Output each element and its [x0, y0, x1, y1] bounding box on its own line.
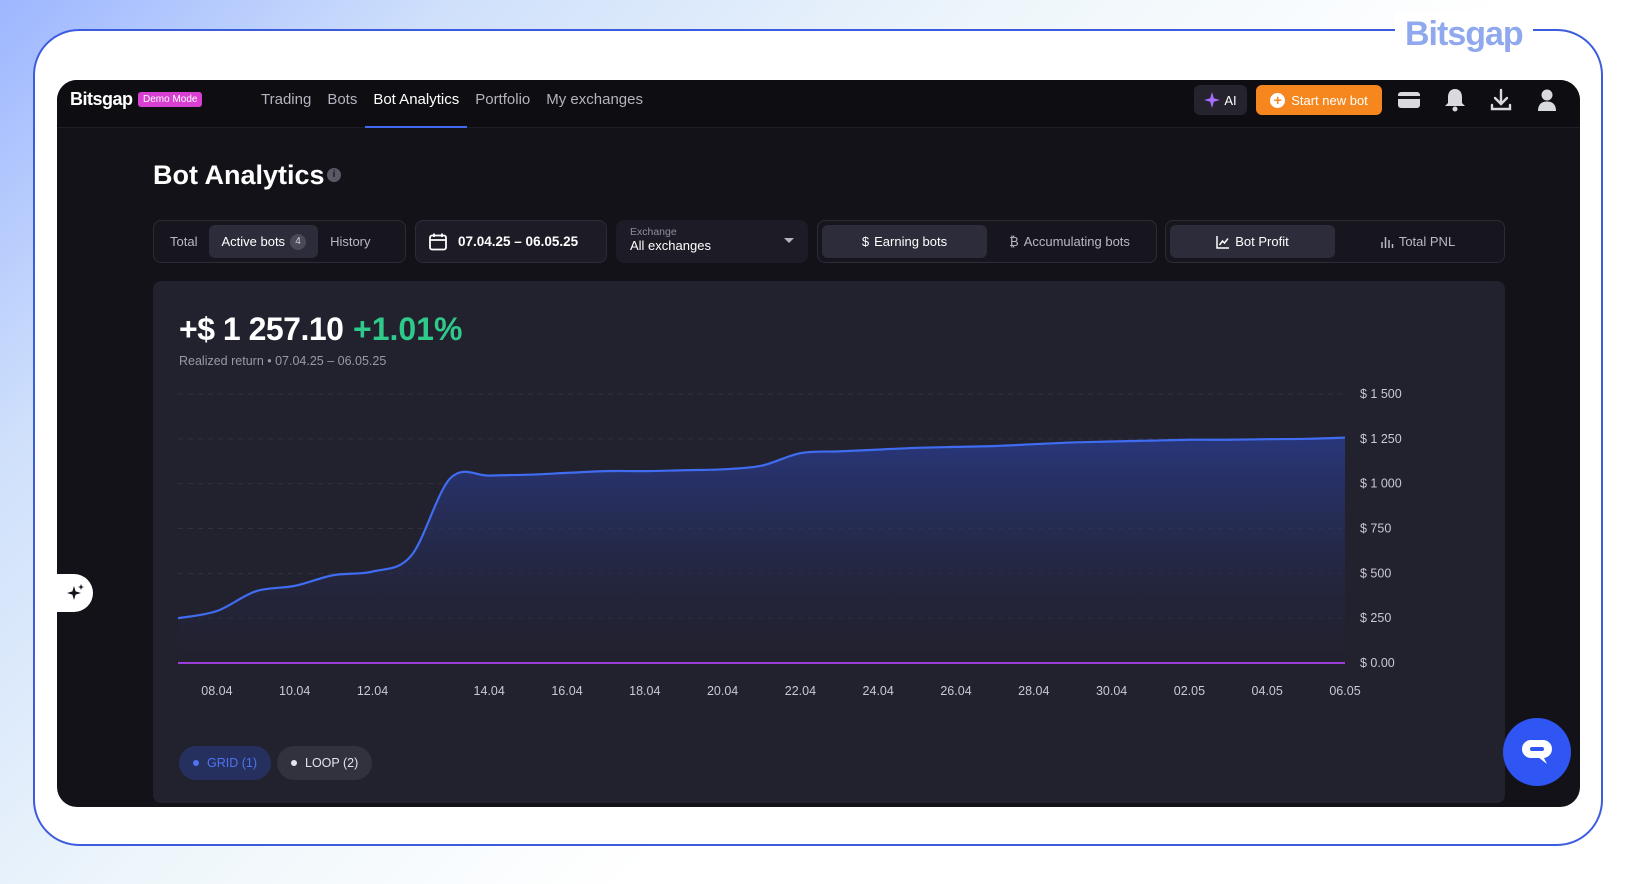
- y-tick-label: $ 500: [1360, 566, 1391, 580]
- x-tick-label: 28.04: [1018, 684, 1049, 698]
- tab-total-pnl-label: Total PNL: [1398, 234, 1456, 249]
- y-tick-label: $ 1 500: [1360, 387, 1402, 401]
- chevron-down-icon: [784, 238, 794, 243]
- demo-mode-badge: Demo Mode: [138, 92, 203, 107]
- brand-watermark: Bitsgap: [1395, 12, 1533, 56]
- x-tick-label: 20.04: [707, 684, 738, 698]
- tab-total-pnl[interactable]: Total PNL: [1335, 225, 1500, 258]
- y-tick-label: $ 1 000: [1360, 477, 1402, 491]
- sparkle-icon: [67, 584, 84, 600]
- logo[interactable]: Bitsgap: [70, 89, 133, 110]
- legend-grid[interactable]: GRID (1): [179, 746, 271, 780]
- x-tick-label: 06.05: [1329, 684, 1360, 698]
- bot-mode-tabs: $ Earning bots ₿ Accumulating bots: [817, 220, 1157, 263]
- tab-earning-bots-label: Earning bots: [874, 234, 948, 249]
- grid-legend-dot: [193, 760, 199, 766]
- ai-assistant-tab[interactable]: [57, 574, 93, 612]
- legend-grid-label: GRID (1): [207, 756, 257, 770]
- nav-links: Trading Bots Bot Analytics Portfolio My …: [253, 80, 651, 128]
- tab-active-bots-label: Active bots: [221, 234, 286, 249]
- x-tick-label: 16.04: [551, 684, 582, 698]
- date-range-value: 07.04.25 – 06.05.25: [458, 234, 579, 249]
- page-title: Bot Analytics: [153, 160, 325, 190]
- tab-total[interactable]: Total: [158, 225, 209, 258]
- start-new-bot-label: Start new bot: [1291, 92, 1368, 108]
- nav-link-trading[interactable]: Trading: [253, 80, 319, 128]
- nav-link-bot-analytics[interactable]: Bot Analytics: [365, 80, 468, 128]
- tab-earning-bots[interactable]: $ Earning bots: [822, 225, 987, 258]
- tab-accumulating-bots-label: Accumulating bots: [1023, 234, 1130, 249]
- x-tick-label: 14.04: [474, 684, 505, 698]
- tab-accumulating-bots[interactable]: ₿ Accumulating bots: [987, 225, 1152, 258]
- nav-link-bots[interactable]: Bots: [319, 80, 365, 128]
- x-tick-label: 18.04: [629, 684, 660, 698]
- x-tick-label: 12.04: [357, 684, 388, 698]
- chat-support-button[interactable]: [1503, 718, 1571, 786]
- exchange-select[interactable]: Exchange All exchanges: [616, 220, 808, 263]
- tab-bot-profit-label: Bot Profit: [1235, 234, 1289, 249]
- dollar-icon: $: [861, 234, 870, 249]
- download-icon[interactable]: [1487, 86, 1515, 114]
- chart-view-tabs: Bot Profit Total PNL: [1165, 220, 1505, 263]
- x-tick-label: 26.04: [940, 684, 971, 698]
- user-icon[interactable]: [1533, 86, 1561, 114]
- active-bots-count: 4: [290, 233, 307, 250]
- profit-area-chart[interactable]: $ 0.00 $ 250 $ 500 $ 750 $ 1 000 $ 1 250 $ 1 5…: [153, 381, 1505, 726]
- grid-series-area: [178, 437, 1345, 663]
- tab-active-bots[interactable]: Active bots 4: [209, 225, 319, 258]
- y-tick-label: $ 0.00: [1360, 656, 1395, 670]
- y-tick-label: $ 250: [1360, 611, 1391, 625]
- top-nav: Bitsgap Demo Mode Trading Bots Bot Analy…: [57, 80, 1580, 128]
- bots-scope-tabs: Total Active bots 4 History: [153, 220, 406, 263]
- calendar-icon: [429, 233, 447, 250]
- start-new-bot-button[interactable]: + Start new bot: [1256, 85, 1382, 115]
- ai-label: AI: [1224, 92, 1237, 108]
- app-window: Bitsgap Demo Mode Trading Bots Bot Analy…: [57, 80, 1580, 807]
- sparkle-icon: [1204, 92, 1221, 108]
- wallet-icon[interactable]: [1395, 86, 1423, 114]
- x-tick-label: 30.04: [1096, 684, 1127, 698]
- x-tick-label: 02.05: [1174, 684, 1205, 698]
- tab-bot-profit[interactable]: Bot Profit: [1170, 225, 1335, 258]
- exchange-value: All exchanges: [630, 238, 711, 253]
- nav-link-my-exchanges[interactable]: My exchanges: [538, 80, 651, 128]
- legend-loop-label: LOOP (2): [305, 756, 359, 770]
- x-tick-label: 22.04: [785, 684, 816, 698]
- ai-button[interactable]: AI: [1194, 85, 1247, 115]
- realized-return-percent: +1.01%: [353, 311, 463, 347]
- legend-loop[interactable]: LOOP (2): [277, 746, 373, 780]
- realized-return-subtitle: Realized return • 07.04.25 – 06.05.25: [179, 354, 387, 368]
- plus-icon: +: [1270, 92, 1286, 108]
- realized-return-value: +$ 1 257.10: [179, 311, 344, 347]
- chat-icon: [1522, 740, 1552, 764]
- x-tick-label: 04.05: [1252, 684, 1283, 698]
- tab-history[interactable]: History: [318, 225, 382, 258]
- line-chart-icon: [1216, 235, 1230, 249]
- exchange-label: Exchange: [630, 226, 677, 238]
- nav-link-portfolio[interactable]: Portfolio: [467, 80, 538, 128]
- bell-icon[interactable]: [1441, 86, 1469, 114]
- date-range-picker[interactable]: 07.04.25 – 06.05.25: [415, 220, 607, 263]
- bar-chart-icon: [1381, 236, 1394, 248]
- profit-chart-card: +$ 1 257.10 +1.01% Realized return • 07.…: [153, 281, 1505, 803]
- bitcoin-icon: ₿: [1009, 234, 1019, 249]
- x-tick-label: 24.04: [863, 684, 894, 698]
- y-tick-label: $ 750: [1360, 522, 1391, 536]
- loop-legend-dot: [291, 760, 297, 766]
- x-tick-label: 08.04: [201, 684, 232, 698]
- y-tick-label: $ 1 250: [1360, 432, 1402, 446]
- x-tick-label: 10.04: [279, 684, 310, 698]
- info-icon[interactable]: i: [327, 168, 341, 182]
